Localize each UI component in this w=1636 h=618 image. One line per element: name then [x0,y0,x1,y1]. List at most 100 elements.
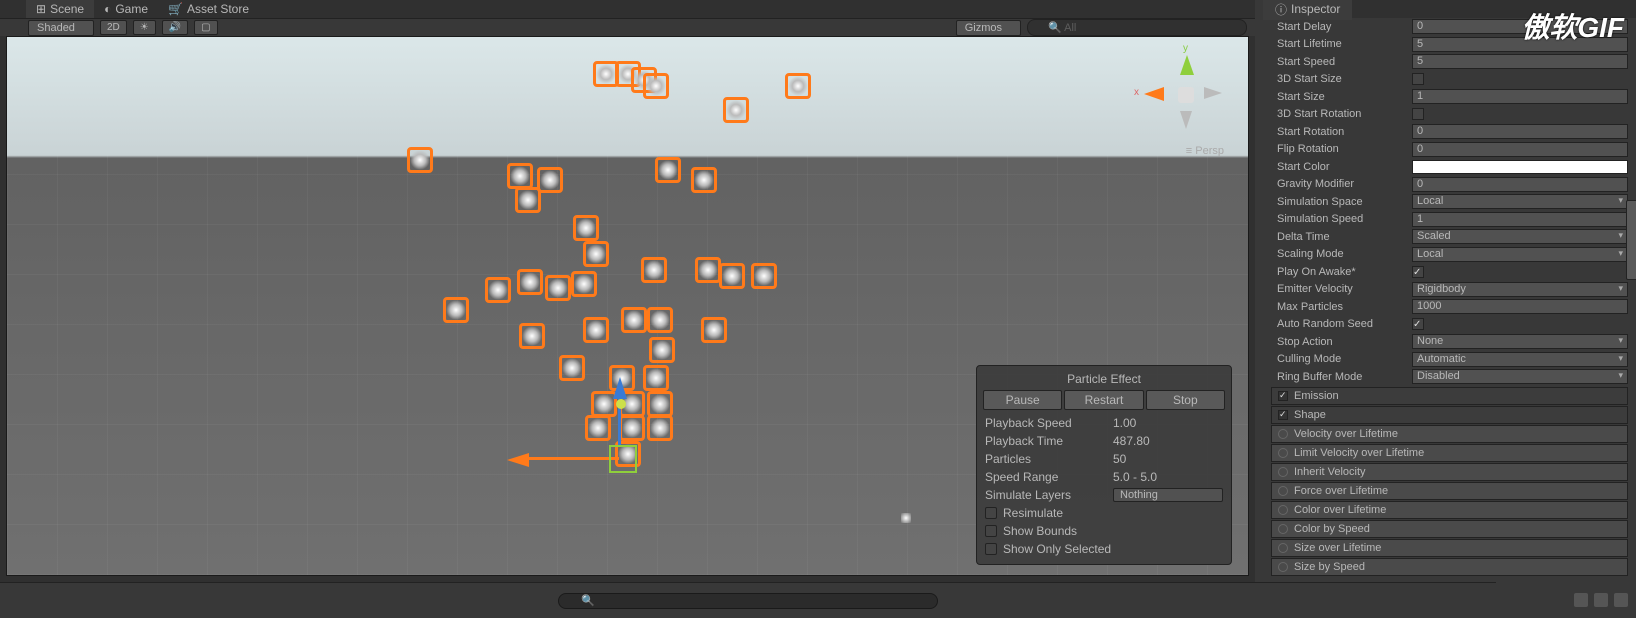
particle[interactable] [785,73,811,99]
particle[interactable] [619,415,645,441]
radio-icon[interactable] [1278,486,1288,496]
particle[interactable] [443,297,469,323]
project-search-input[interactable]: 🔍 [558,593,938,609]
particle[interactable] [691,167,717,193]
simulation-space-select[interactable]: Local [1412,194,1628,209]
particle[interactable] [545,275,571,301]
stop-button[interactable]: Stop [1146,390,1225,410]
particle[interactable] [647,415,673,441]
particle[interactable] [719,263,745,289]
module-shape[interactable]: Shape [1271,406,1628,424]
axis-x-icon[interactable] [1144,87,1164,101]
axis-z-icon[interactable] [1204,87,1222,99]
start-delay-field[interactable]: 0 [1412,19,1628,34]
tab-asset-store[interactable]: 🛒 Asset Store [158,0,259,18]
stop-action-select[interactable]: None [1412,334,1628,349]
start-lifetime-field[interactable]: 5 [1412,37,1628,52]
pause-button[interactable]: Pause [983,390,1062,410]
checkbox-icon[interactable] [1278,391,1288,401]
module-size-over-lifetime[interactable]: Size over Lifetime [1271,539,1628,557]
radio-icon[interactable] [1278,524,1288,534]
radio-icon[interactable] [1278,562,1288,572]
playback-time-value[interactable]: 487.80 [1113,434,1223,448]
particle[interactable] [649,337,675,363]
particle[interactable] [583,317,609,343]
gizmo-origin[interactable] [609,445,637,473]
radio-icon[interactable] [1278,448,1288,458]
particle[interactable] [701,317,727,343]
particle[interactable] [643,73,669,99]
particle[interactable] [647,391,673,417]
particle[interactable] [571,271,597,297]
particle[interactable] [559,355,585,381]
gizmo-handle[interactable] [616,399,626,409]
particle[interactable] [621,307,647,333]
play-on-awake-checkbox[interactable] [1412,266,1424,278]
module-limit-velocity[interactable]: Limit Velocity over Lifetime [1271,444,1628,462]
particle[interactable] [641,257,667,283]
particle[interactable] [647,307,673,333]
shading-mode-dropdown[interactable]: Shaded [28,20,94,36]
scrollbar-thumb[interactable] [1626,200,1636,280]
particle[interactable] [751,263,777,289]
resimulate-checkbox[interactable] [985,507,997,519]
lighting-toggle[interactable]: ☀ [133,20,156,35]
particle[interactable] [517,269,543,295]
gizmo-x-arrow[interactable] [507,453,529,467]
particle[interactable] [643,365,669,391]
culling-mode-select[interactable]: Automatic [1412,352,1628,367]
particle[interactable] [583,241,609,267]
audio-toggle[interactable]: 🔊 [162,20,188,35]
projection-label[interactable]: ≡ Persp [1186,145,1224,157]
auto-random-seed-checkbox[interactable] [1412,318,1424,330]
show-bounds-checkbox[interactable] [985,525,997,537]
filter-icon[interactable] [1574,593,1588,607]
start-color-field[interactable] [1412,160,1628,174]
checkbox-icon[interactable] [1278,410,1288,420]
playback-speed-value[interactable]: 1.00 [1113,416,1223,430]
axis-y-icon[interactable] [1180,55,1194,75]
3d-start-rotation-checkbox[interactable] [1412,108,1424,120]
radio-icon[interactable] [1278,429,1288,439]
simulate-layers-select[interactable]: Nothing [1113,488,1223,502]
max-particles-field[interactable]: 1000 [1412,299,1628,314]
module-emission[interactable]: Emission [1271,387,1628,405]
module-size-by-speed[interactable]: Size by Speed [1271,558,1628,576]
ring-buffer-select[interactable]: Disabled [1412,369,1628,384]
tab-scene[interactable]: ⊞ Scene [26,0,94,18]
emitter-velocity-select[interactable]: Rigidbody [1412,282,1628,297]
show-only-selected-checkbox[interactable] [985,543,997,555]
fx-toggle[interactable]: ▢ [194,20,217,35]
tab-game[interactable]: ◐ Game [94,0,158,18]
particle[interactable] [407,147,433,173]
gravity-modifier-field[interactable]: 0 [1412,177,1628,192]
gizmo-y-arrow[interactable] [613,377,627,399]
scene-search-input[interactable]: 🔍 All [1027,19,1247,36]
start-speed-field[interactable]: 5 [1412,54,1628,69]
module-inherit-velocity[interactable]: Inherit Velocity [1271,463,1628,481]
radio-icon[interactable] [1278,543,1288,553]
start-size-field[interactable]: 1 [1412,89,1628,104]
particle[interactable] [519,323,545,349]
module-velocity-over-lifetime[interactable]: Velocity over Lifetime [1271,425,1628,443]
particle[interactable] [573,215,599,241]
flip-rotation-field[interactable]: 0 [1412,142,1628,157]
particle[interactable] [507,163,533,189]
orientation-gizmo[interactable]: x y [1140,49,1230,139]
scaling-mode-select[interactable]: Local [1412,247,1628,262]
axis-neg-icon[interactable] [1180,111,1192,129]
radio-icon[interactable] [1278,467,1288,477]
module-color-by-speed[interactable]: Color by Speed [1271,520,1628,538]
delta-time-select[interactable]: Scaled [1412,229,1628,244]
radio-icon[interactable] [1278,505,1288,515]
scene-viewport[interactable]: x y ≡ Persp Particle Effect Pause Restar… [6,36,1249,576]
particle[interactable] [723,97,749,123]
module-force-over-lifetime[interactable]: Force over Lifetime [1271,482,1628,500]
gizmos-dropdown[interactable]: Gizmos [956,20,1021,36]
particle[interactable] [515,187,541,213]
3d-start-size-checkbox[interactable] [1412,73,1424,85]
hidden-icon[interactable] [1614,593,1628,607]
particle[interactable] [585,415,611,441]
restart-button[interactable]: Restart [1064,390,1143,410]
toggle-2d[interactable]: 2D [100,20,127,35]
